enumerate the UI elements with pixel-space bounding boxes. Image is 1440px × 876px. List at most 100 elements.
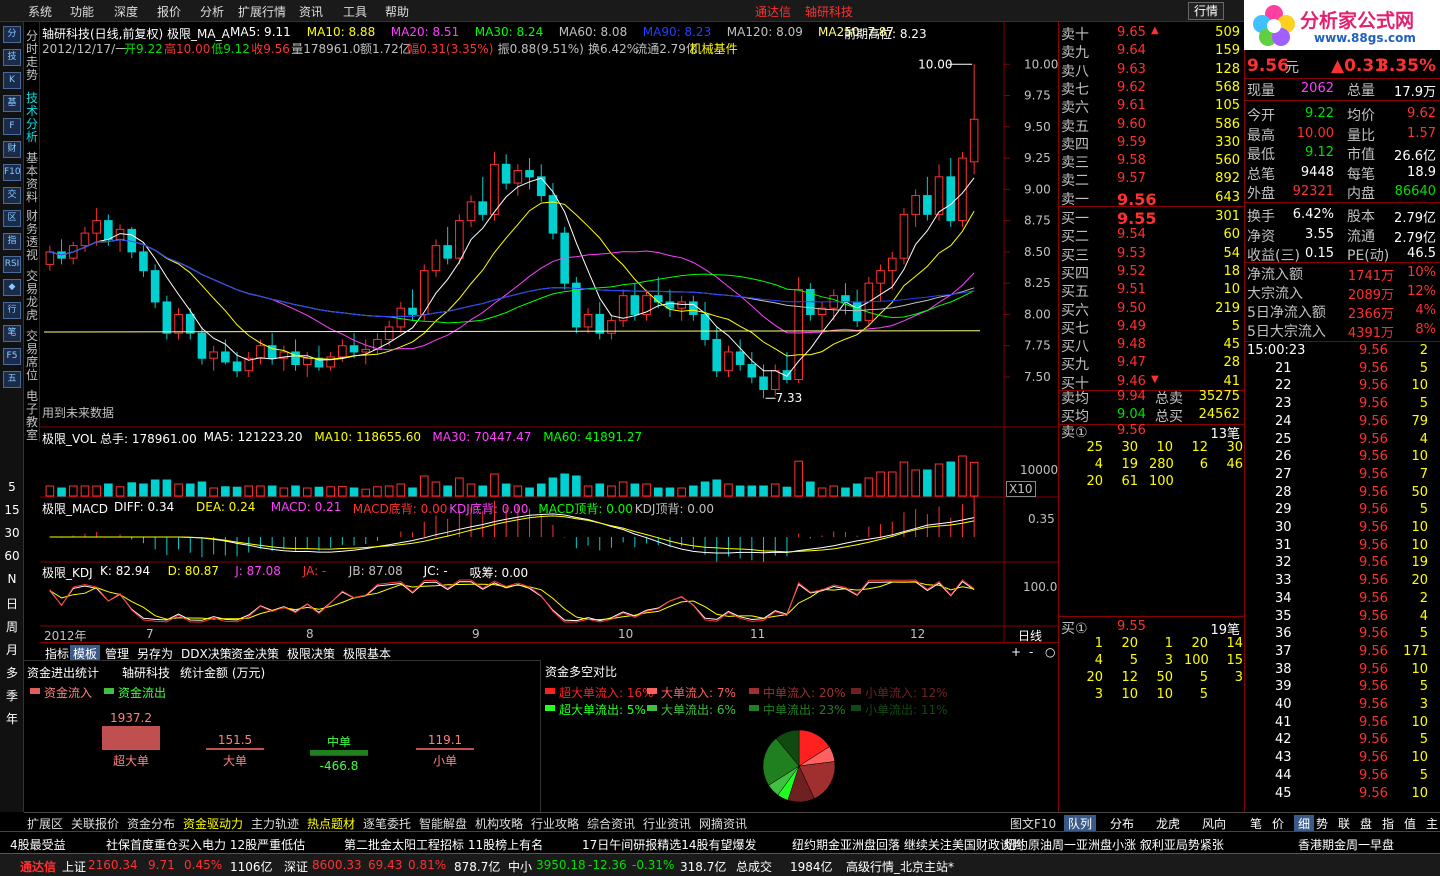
bid-price[interactable]: 9.46 [1117,374,1146,389]
period-button[interactable]: 年 [3,710,21,727]
kline-chart-svg[interactable]: 10.00 9.75 9.50 9.25 9.00 8.75 8.50 8.25 8.00 7.7… [40,22,1058,642]
bottom-tab[interactable]: 主力轨迹 [251,815,299,832]
vtab-financials[interactable]: 财务透视 [25,210,39,262]
bid-price[interactable]: 9.49 [1117,319,1146,334]
toolbar-tool-icon[interactable]: 指 [3,233,21,250]
ask-price[interactable]: 9.61 [1117,98,1146,113]
bid-price[interactable]: 9.55 [1117,209,1156,228]
period-button[interactable]: 日 [3,595,21,612]
bottom-tab[interactable]: 逐笔委托 [363,815,411,832]
period-button[interactable]: 月 [3,641,21,658]
tick-tab[interactable]: 主 [1426,815,1438,832]
menu-analysis[interactable]: 分析 [200,3,224,20]
news-headline[interactable]: 17日午间研报精选14股有望爆发 [582,836,757,853]
toolbar-tool-icon[interactable]: 五 [3,371,21,388]
ask-price[interactable]: 9.58 [1117,153,1146,168]
quote-mode-button[interactable]: 行情 [1188,2,1224,20]
zoom-in-button[interactable]: + [1008,645,1024,659]
bottom-tab[interactable]: 关联报价 [71,815,119,832]
menu-tools[interactable]: 工具 [343,3,367,20]
menu-help[interactable]: 帮助 [385,3,409,20]
tick-tab[interactable]: 值 [1404,815,1416,832]
menu-function[interactable]: 功能 [70,3,94,20]
toolbar-tool-icon[interactable]: 技 [3,49,21,66]
bottom-tab[interactable]: 行业资讯 [643,815,691,832]
ask-price[interactable]: 9.65 [1117,25,1146,40]
ask-price[interactable]: 9.60 [1117,117,1146,132]
quote-tab[interactable]: 风向 [1202,815,1226,832]
bid-price[interactable]: 9.54 [1117,227,1146,242]
bid-price[interactable]: 9.47 [1117,355,1146,370]
toolbar-tool-icon[interactable]: ◆ [3,279,21,296]
tick-tab[interactable]: 联 [1338,815,1350,832]
ask-price[interactable]: 9.64 [1117,43,1146,58]
bid-price[interactable]: 9.48 [1117,337,1146,352]
period-button[interactable]: N [3,572,21,586]
bottom-tab[interactable]: 机构攻略 [475,815,523,832]
tick-tab[interactable]: 势 [1316,815,1328,832]
bid-price[interactable]: 9.52 [1117,264,1146,279]
toolbar-tool-icon[interactable]: 区 [3,210,21,227]
bottom-tab[interactable]: 行业攻略 [531,815,579,832]
toolbar-tool-icon[interactable]: 分 [3,26,21,43]
tick-tab[interactable]: 细 [1294,815,1315,832]
vtab-dragon-tiger[interactable]: 交易龙虎 [25,270,39,322]
vtab-seats[interactable]: 交易席位 [25,330,39,382]
toolbar-tool-icon[interactable]: F [3,118,21,135]
news-headline[interactable]: 纽约期金亚洲盘回落 继续关注美国财政谈判 [792,836,1024,853]
ask-price[interactable]: 9.57 [1117,171,1146,186]
toolbar-tool-icon[interactable]: 交 [3,187,21,204]
menu-quote[interactable]: 报价 [157,3,181,20]
period-button[interactable]: 多 [3,664,21,681]
bid-price[interactable]: 9.51 [1117,282,1146,297]
tick-tab[interactable]: 笔 [1250,815,1262,832]
period-button[interactable]: 5 [3,480,21,494]
bottom-tab[interactable]: 图文F10 [1010,815,1056,832]
bottom-tab[interactable]: 综合资讯 [587,815,635,832]
zoom-out-button[interactable]: - [1026,645,1036,659]
toolbar-tool-icon[interactable]: 行 [3,302,21,319]
period-button[interactable]: 周 [3,618,21,635]
toolbar-tool-icon[interactable]: 财 [3,141,21,158]
bottom-tab[interactable]: 扩展区 [27,815,63,832]
toolbar-tool-icon[interactable]: F10 [3,164,21,181]
vtab-fundamentals[interactable]: 基本资料 [25,152,39,204]
tick-tab[interactable]: 盘 [1360,815,1372,832]
news-headline[interactable]: 香港期金周一早盘 [1298,836,1394,853]
bid-price[interactable]: 9.53 [1117,246,1146,261]
tick-tab[interactable]: 价 [1272,815,1284,832]
period-button[interactable]: 15 [3,503,21,517]
ask-price[interactable]: 9.62 [1117,80,1146,95]
vtab-classroom[interactable]: 电子教室 [25,390,39,442]
ask-price[interactable]: 9.63 [1117,62,1146,77]
bottom-tab[interactable]: 资金分布 [127,815,175,832]
tick-tab[interactable]: 指 [1382,815,1394,832]
bottom-tab[interactable]: 资金驱动力 [183,815,243,832]
menu-news[interactable]: 资讯 [299,3,323,20]
quote-tab[interactable]: 分布 [1110,815,1134,832]
period-button[interactable]: 60 [3,549,21,563]
news-headline[interactable]: 社保首度重仓买入电力 12股严重低估 [106,836,305,853]
bottom-tab[interactable]: 网摘资讯 [699,815,747,832]
quote-tab[interactable]: 龙虎 [1156,815,1180,832]
toolbar-tool-icon[interactable]: 笔 [3,325,21,342]
menu-system[interactable]: 系统 [28,3,52,20]
toolbar-tool-icon[interactable]: K [3,72,21,89]
menu-extended[interactable]: 扩展行情 [238,3,286,20]
bottom-tab[interactable]: 热点题材 [307,815,355,832]
news-headline[interactable]: 4股最受益 [10,836,66,853]
menu-depth[interactable]: 深度 [114,3,138,20]
quote-tab[interactable]: 队列 [1064,815,1097,832]
bid-price[interactable]: 9.50 [1117,301,1146,316]
toolbar-tool-icon[interactable]: 基 [3,95,21,112]
toolbar-tool-icon[interactable]: RSI [3,256,21,273]
close-panel-button[interactable]: ○ [1042,645,1058,659]
vtab-technical[interactable]: 技术分析 [25,92,39,144]
news-headline[interactable]: 第二批金太阳工程招标 11股榜上有名 [344,836,543,853]
kline-chart-area[interactable]: 10.00 9.75 9.50 9.25 9.00 8.75 8.50 8.25 8.00 7.7… [40,22,1058,643]
ask-price[interactable]: 9.59 [1117,135,1146,150]
news-headline[interactable]: 纽约原油周一亚洲盘小涨 叙利亚局势紧张 [1004,836,1224,853]
vol-scale[interactable]: X10 [1006,481,1036,497]
bottom-tab[interactable]: 智能解盘 [419,815,467,832]
period-button[interactable]: 30 [3,526,21,540]
